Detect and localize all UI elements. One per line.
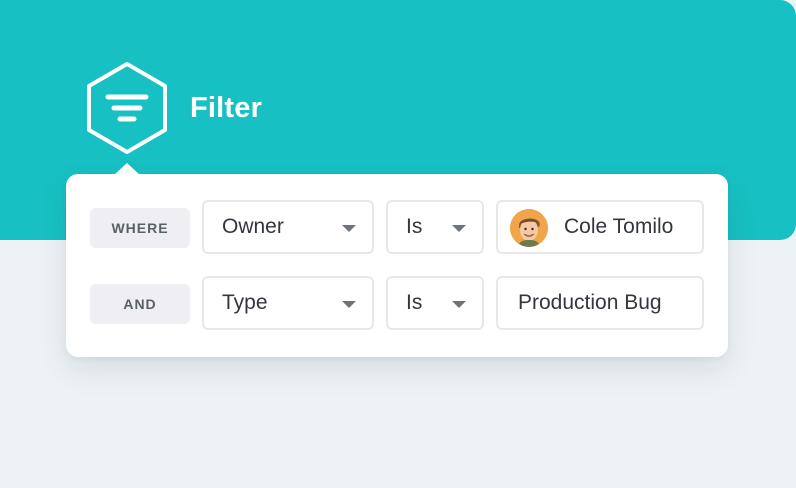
operator-select[interactable]: Is: [386, 276, 484, 330]
value-select-type[interactable]: Production Bug: [496, 276, 704, 330]
and-chip: AND: [90, 284, 190, 324]
filter-icon: [84, 60, 170, 156]
chevron-down-icon: [452, 301, 466, 308]
value-select-label: Production Bug: [518, 291, 662, 314]
field-select-label: Owner: [222, 215, 284, 238]
operator-select-label: Is: [406, 291, 423, 314]
field-select-type[interactable]: Type: [202, 276, 374, 330]
value-select-owner[interactable]: Cole Tomilo: [496, 200, 704, 254]
chevron-down-icon: [342, 225, 356, 232]
page-title: Filter: [190, 92, 263, 124]
filter-card: WHERE Owner Is Cole Tomilo AND Type Is P…: [66, 174, 728, 357]
operator-select[interactable]: Is: [386, 200, 484, 254]
chevron-down-icon: [342, 301, 356, 308]
where-chip: WHERE: [90, 208, 190, 248]
field-select-label: Type: [222, 291, 268, 314]
avatar: [510, 209, 548, 247]
value-select-label: Cole Tomilo: [564, 215, 674, 238]
operator-select-label: Is: [406, 215, 423, 238]
field-select-owner[interactable]: Owner: [202, 200, 374, 254]
chevron-down-icon: [452, 225, 466, 232]
